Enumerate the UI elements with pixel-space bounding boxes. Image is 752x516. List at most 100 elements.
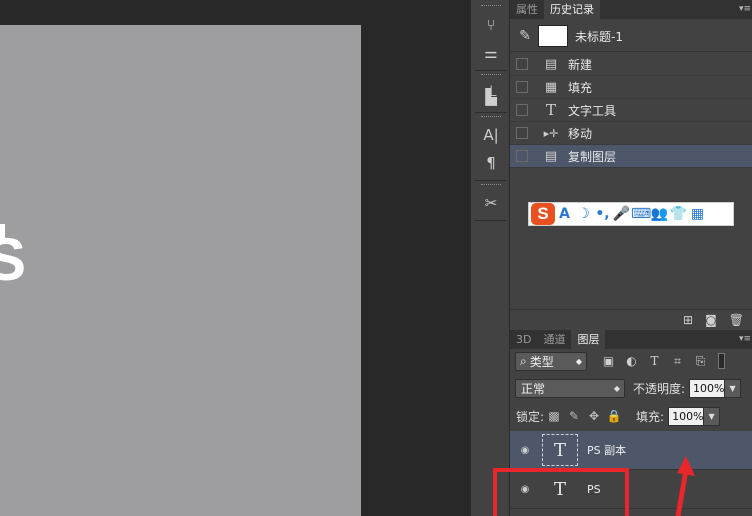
new-document-from-state-icon[interactable]: ⊞ [683, 313, 693, 327]
trash-icon[interactable]: 🗑 [729, 313, 744, 327]
character-panel-icon[interactable]: A| [479, 124, 503, 146]
adjust-sliders-icon[interactable]: ⚌ [479, 42, 503, 64]
dock-divider [475, 180, 507, 181]
brush-preset-icon[interactable]: ⑂ [479, 14, 503, 36]
history-item-label: 新建 [568, 57, 593, 72]
document-canvas[interactable]: S [0, 25, 361, 516]
history-item-label: 复制图层 [568, 149, 617, 164]
dock-divider [475, 70, 507, 71]
history-item-label: 填充 [568, 80, 593, 95]
snapshot-thumbnail [538, 25, 568, 47]
tab-properties[interactable]: 属性 [510, 0, 544, 19]
filter-type-icon[interactable]: T [643, 354, 666, 368]
panel-dock-strip: ⑂ ⚌ ⊥ ▙ A| ¶ ✂ [470, 0, 510, 516]
ime-toolbox-icon[interactable]: ▦ [688, 206, 707, 222]
tab-layers[interactable]: 图层 [571, 330, 606, 349]
fill-label: 填充: [636, 409, 665, 424]
history-brush-source-checkbox[interactable] [516, 150, 528, 162]
history-item[interactable]: ▦ 填充 [510, 76, 752, 99]
ime-microphone-icon[interactable]: 🎤 [612, 206, 631, 222]
opacity-dropdown-button[interactable]: ▼ [725, 378, 742, 398]
fill-icon: ▦ [544, 79, 558, 95]
visibility-eye-icon[interactable]: ◉ [510, 445, 540, 456]
lock-label: 锁定: [516, 409, 545, 424]
blend-mode-value: 正常 [521, 381, 546, 396]
history-brush-source-checkbox[interactable] [516, 81, 528, 93]
opacity-label: 不透明度: [633, 381, 686, 396]
history-snapshot[interactable]: ✎ 未标题-1 [510, 21, 752, 52]
history-item-label: 移动 [568, 126, 593, 141]
tab-3d[interactable]: 3D [510, 330, 537, 349]
type-tool-icon: T [545, 101, 556, 119]
history-brush-source-checkbox[interactable] [516, 127, 528, 139]
stamp-icon[interactable]: ▙ [479, 86, 503, 108]
canvas-area[interactable]: S [0, 0, 470, 516]
history-item-selected[interactable]: ▤ 复制图层 [510, 145, 752, 168]
fill-input[interactable]: 100% [668, 406, 705, 426]
ime-logo-icon[interactable]: S [531, 203, 555, 225]
annotation-highlight-box [493, 468, 629, 516]
filter-toggle-switch[interactable] [718, 353, 725, 369]
ime-keyboard-icon[interactable]: ⌨ [631, 206, 651, 222]
camera-icon[interactable]: ◙ [705, 313, 717, 327]
lock-transparent-icon[interactable]: ▩ [544, 409, 564, 423]
dock-divider [475, 112, 507, 113]
move-tool-icon: ▸✛ [543, 126, 559, 140]
filter-shape-icon[interactable]: ⌗ [666, 354, 689, 369]
ime-user-icon[interactable]: 👥 [650, 206, 669, 222]
fill-dropdown-button[interactable]: ▼ [704, 406, 721, 426]
lock-row: 锁定: ▩ ✎ ✥ 🔒 填充: 100% ▼ [510, 405, 752, 427]
history-brush-source-checkbox[interactable] [516, 104, 528, 116]
layers-panel-tabbar: 3D 通道 图层 ▾≡ [510, 330, 752, 349]
right-panels: 属性 历史记录 ▾≡ ✎ 未标题-1 ▤ 新建 ▦ 填充 T 文字工具 ▸✛ 移… [510, 0, 752, 516]
chevron-icon: ◆ [575, 356, 582, 366]
ime-skin-icon[interactable]: 👕 [669, 206, 688, 222]
history-brush-source-checkbox[interactable] [516, 58, 528, 70]
canvas-text-layer: S [0, 226, 27, 293]
ime-toolbar[interactable]: S A ☽ •, 🎤 ⌨ 👥 👕 ▦ [528, 202, 734, 226]
dock-grip[interactable] [481, 184, 501, 187]
filter-smart-object-icon[interactable]: ⎘ [689, 354, 712, 369]
layer-filter-bar: ⌕ 类型 ◆ ▣ ◐ T ⌗ ⎘ [510, 349, 752, 373]
history-footer: ⊞ ◙ 🗑 [510, 309, 752, 329]
panel-menu-icon[interactable]: ▾≡ [738, 0, 752, 19]
search-icon: ⌕ [520, 353, 527, 368]
duplicate-layer-icon: ▤ [544, 148, 558, 164]
tool-preset-icon[interactable]: ✂ [479, 192, 503, 214]
snapshot-label: 未标题-1 [575, 29, 623, 44]
blend-row: 正常 ◆ 不透明度: 100% ▼ [510, 377, 752, 399]
document-icon: ▤ [544, 56, 558, 72]
filter-adjustment-icon[interactable]: ◐ [620, 354, 643, 368]
chevron-icon: ◆ [613, 383, 620, 393]
history-list: ▤ 新建 ▦ 填充 T 文字工具 ▸✛ 移动 ▤ 复制图层 [510, 53, 752, 168]
lock-all-icon[interactable]: 🔒 [604, 409, 624, 423]
filter-select-label: 类型 [529, 354, 554, 369]
panel-menu-icon[interactable]: ▾≡ [738, 330, 752, 349]
text-layer-thumbnail: T [542, 434, 578, 466]
annotation-arrow [675, 456, 695, 516]
ime-moon-icon[interactable]: ☽ [574, 206, 593, 222]
dock-grip[interactable] [481, 74, 501, 77]
lock-image-brush-icon[interactable]: ✎ [564, 409, 584, 423]
history-panel-tabbar: 属性 历史记录 ▾≡ [510, 0, 752, 19]
lock-position-icon[interactable]: ✥ [584, 409, 604, 423]
tab-channels[interactable]: 通道 [537, 330, 571, 349]
opacity-input[interactable]: 100% [689, 378, 726, 398]
history-brush-icon[interactable]: ✎ [514, 28, 536, 44]
layer-row-selected[interactable]: ◉ T PS 副本 [510, 431, 752, 470]
history-item[interactable]: T 文字工具 [510, 99, 752, 122]
ime-language-icon[interactable]: A [555, 206, 574, 222]
history-item[interactable]: ▤ 新建 [510, 53, 752, 76]
blend-mode-select[interactable]: 正常 ◆ [515, 378, 625, 398]
layer-filter-select[interactable]: ⌕ 类型 ◆ [515, 351, 587, 371]
dock-divider [475, 220, 507, 221]
dock-grip[interactable] [481, 5, 501, 8]
dock-grip[interactable] [481, 116, 501, 119]
tab-history[interactable]: 历史记录 [544, 0, 600, 19]
history-item[interactable]: ▸✛ 移动 [510, 122, 752, 145]
layer-name[interactable]: PS 副本 [587, 442, 626, 458]
filter-pixel-icon[interactable]: ▣ [597, 354, 620, 368]
history-item-label: 文字工具 [568, 103, 617, 118]
paragraph-panel-icon[interactable]: ¶ [479, 152, 503, 174]
ime-punctuation-icon[interactable]: •, [593, 206, 612, 222]
